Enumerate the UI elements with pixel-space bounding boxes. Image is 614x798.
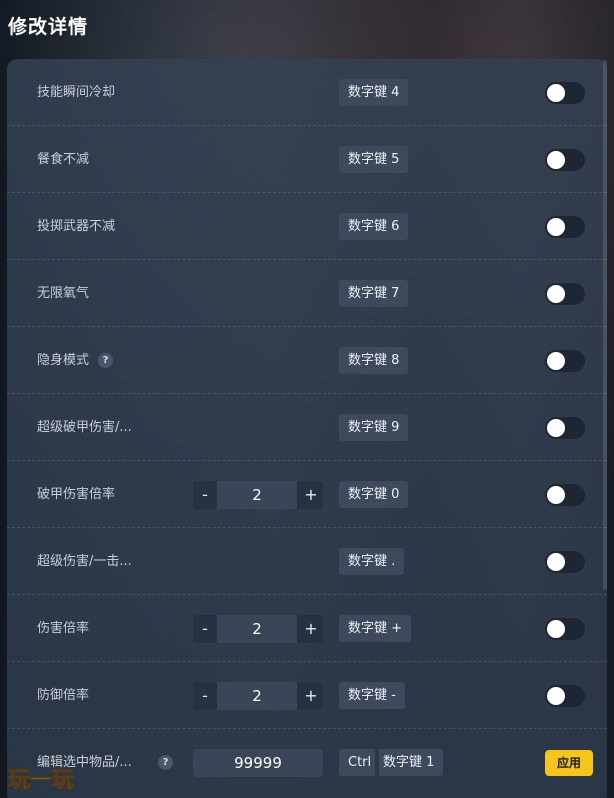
cheat-label: 伤害倍率	[37, 621, 90, 636]
hotkey-badge[interactable]: 数字键 8	[339, 347, 409, 374]
cheat-row: 防御倍率 - 2 + 数字键 -	[7, 662, 607, 729]
watermark-logo: 玩一玩	[6, 764, 106, 794]
increment-button[interactable]: +	[299, 682, 323, 710]
toggle-knob	[547, 553, 565, 571]
cheat-label: 隐身模式	[37, 353, 90, 368]
cheat-row: 投掷武器不减 数字键 6	[7, 193, 607, 260]
cheat-row: 餐食不减 数字键 5	[7, 126, 607, 193]
hotkey-badge[interactable]: 数字键 0	[339, 481, 409, 508]
toggle-knob	[547, 486, 565, 504]
cheat-label: 技能瞬间冷却	[37, 85, 116, 100]
cheat-label: 破甲伤害倍率	[37, 487, 116, 502]
cheat-row: 无限氧气 数字键 7	[7, 260, 607, 327]
hotkey-badge[interactable]: 数字键 +	[339, 615, 412, 642]
cheat-row: 超级破甲伤害/... 数字键 9	[7, 394, 607, 461]
cheat-label: 超级破甲伤害/...	[37, 420, 132, 435]
hotkey-badge[interactable]: 数字键 9	[339, 414, 409, 441]
scrollbar[interactable]	[603, 60, 607, 590]
toggle-knob	[547, 285, 565, 303]
page-title: 修改详情	[8, 16, 89, 38]
stepper-value-input[interactable]: 2	[217, 682, 297, 710]
cheat-label: 无限氧气	[37, 286, 90, 301]
cheat-toggle[interactable]	[545, 350, 585, 372]
cheat-toggle[interactable]	[545, 484, 585, 506]
cheat-toggle[interactable]	[545, 149, 585, 171]
hotkey-badge[interactable]: 数字键 .	[339, 548, 405, 575]
cheat-toggle[interactable]	[545, 82, 585, 104]
toggle-knob	[547, 84, 565, 102]
cheat-row: 伤害倍率 - 2 + 数字键 +	[7, 595, 607, 662]
modifier-key-badge[interactable]: Ctrl	[339, 749, 376, 776]
hotkey-badge[interactable]: 数字键 -	[339, 682, 405, 709]
cheat-toggle[interactable]	[545, 618, 585, 640]
value-stepper: - 2 +	[193, 481, 323, 509]
cheat-list-panel: 技能瞬间冷却 数字键 4 餐食不减 数字键 5 投掷武器不减 数字键 6 无限氧…	[7, 59, 607, 798]
toggle-knob	[547, 419, 565, 437]
decrement-button[interactable]: -	[193, 615, 217, 643]
help-icon[interactable]: ?	[158, 755, 173, 770]
help-icon[interactable]: ?	[98, 353, 113, 368]
stepper-value-input[interactable]: 2	[217, 615, 297, 643]
hotkey-badge[interactable]: 数字键 5	[339, 146, 409, 173]
toggle-knob	[547, 687, 565, 705]
hotkey-badge[interactable]: 数字键 4	[339, 79, 409, 106]
decrement-button[interactable]: -	[193, 682, 217, 710]
value-stepper: - 2 +	[193, 682, 323, 710]
toggle-knob	[547, 218, 565, 236]
watermark-text: 玩一玩	[8, 768, 74, 793]
cheat-label: 防御倍率	[37, 688, 90, 703]
cheat-toggle[interactable]	[545, 283, 585, 305]
cheat-label: 餐食不减	[37, 152, 90, 167]
increment-button[interactable]: +	[299, 481, 323, 509]
toggle-knob	[547, 620, 565, 638]
cheat-label: 超级伤害/一击...	[37, 554, 132, 569]
cheat-row: 技能瞬间冷却 数字键 4	[7, 59, 607, 126]
cheat-toggle[interactable]	[545, 417, 585, 439]
cheat-toggle[interactable]	[545, 551, 585, 573]
cheat-toggle[interactable]	[545, 685, 585, 707]
toggle-knob	[547, 352, 565, 370]
toggle-knob	[547, 151, 565, 169]
cheat-label: 投掷武器不减	[37, 219, 116, 234]
item-value-input[interactable]: 99999	[193, 749, 323, 777]
increment-button[interactable]: +	[299, 615, 323, 643]
hotkey-badge[interactable]: 数字键 1	[379, 749, 444, 776]
cheat-row: 隐身模式 ? 数字键 8	[7, 327, 607, 394]
cheat-toggle[interactable]	[545, 216, 585, 238]
stepper-value-input[interactable]: 2	[217, 481, 297, 509]
hotkey-badge[interactable]: 数字键 7	[339, 280, 409, 307]
cheat-row: 超级伤害/一击... 数字键 .	[7, 528, 607, 595]
hotkey-badge[interactable]: 数字键 6	[339, 213, 409, 240]
decrement-button[interactable]: -	[193, 481, 217, 509]
cheat-row: 破甲伤害倍率 - 2 + 数字键 0	[7, 461, 607, 528]
value-stepper: - 2 +	[193, 615, 323, 643]
apply-button[interactable]: 应用	[545, 750, 593, 776]
